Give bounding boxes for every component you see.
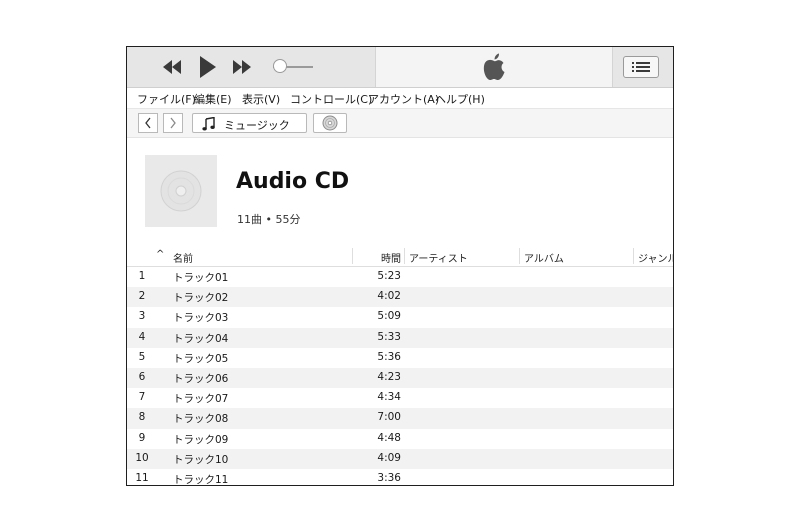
column-divider[interactable] (404, 248, 405, 264)
menu-view[interactable]: 表示(V) (242, 91, 280, 107)
table-row[interactable]: 7 トラック07 4:34 (127, 388, 673, 408)
column-divider[interactable] (352, 248, 353, 264)
menu-bar: ファイル(F) 編集(E) 表示(V) コントロール(C) アカウント(A) ヘ… (127, 88, 673, 108)
track-list: 1 トラック01 5:23 2 トラック02 4:02 3 トラック03 5:0… (127, 267, 673, 486)
album-summary: 11曲 • 55分 (237, 213, 301, 226)
track-table-header: ^ 名前 時間 アーティスト アルバム ジャンル (127, 246, 673, 267)
menu-help[interactable]: ヘルプ(H) (435, 91, 485, 107)
table-row[interactable]: 3 トラック03 5:09 (127, 307, 673, 327)
track-time: 5:36 (377, 350, 401, 363)
back-arrow-icon (145, 117, 151, 129)
sort-indicator-icon[interactable]: ^ (156, 249, 164, 260)
track-name: トラック04 (173, 332, 229, 345)
track-name: トラック10 (173, 453, 229, 466)
column-header-name[interactable]: 名前 (173, 250, 193, 265)
track-time: 4:09 (377, 451, 401, 464)
album-title: Audio CD (236, 169, 350, 194)
media-source-dropdown[interactable]: ミュージック (192, 113, 307, 133)
cd-button[interactable] (313, 113, 347, 133)
list-view-button[interactable] (623, 56, 659, 78)
back-button[interactable] (138, 113, 158, 133)
track-name: トラック01 (173, 272, 229, 284)
forward-button[interactable] (163, 113, 183, 133)
track-name: トラック03 (173, 312, 229, 325)
track-time: 5:09 (377, 310, 401, 323)
track-time: 4:02 (377, 290, 401, 303)
menu-account[interactable]: アカウント(A) (368, 91, 439, 107)
track-number: 5 (138, 350, 146, 363)
track-name: トラック09 (173, 433, 229, 446)
playback-controls (127, 47, 375, 87)
forward-arrow-icon (170, 117, 176, 129)
table-row[interactable]: 8 トラック08 7:00 (127, 408, 673, 429)
track-time: 4:23 (377, 370, 401, 383)
table-row[interactable]: 1 トラック01 5:23 (127, 267, 673, 287)
table-row[interactable]: 6 トラック06 4:23 (127, 367, 673, 389)
track-number: 6 (138, 370, 146, 383)
table-row[interactable]: 4 トラック04 5:33 (127, 327, 673, 348)
track-name: トラック11 (173, 473, 229, 486)
track-name: トラック05 (173, 352, 229, 365)
track-time: 7:00 (377, 411, 401, 424)
media-source-label: ミュージック (224, 119, 290, 132)
table-row[interactable]: 11 トラック11 3:36 (127, 469, 673, 486)
volume-slider-knob[interactable] (273, 59, 287, 73)
cd-icon (322, 115, 338, 131)
track-time: 5:33 (377, 330, 401, 343)
cd-placeholder-icon (160, 170, 202, 212)
track-number: 10 (135, 451, 149, 464)
track-number: 11 (135, 471, 149, 484)
track-name: トラック07 (173, 393, 229, 406)
rewind-icon[interactable] (161, 57, 183, 77)
track-time: 5:23 (377, 270, 401, 282)
table-row[interactable]: 2 トラック02 4:02 (127, 287, 673, 308)
table-row[interactable]: 9 トラック09 4:48 (127, 429, 673, 449)
track-number: 2 (138, 290, 146, 303)
menu-controls[interactable]: コントロール(C) (290, 91, 372, 107)
track-number: 9 (138, 431, 146, 444)
fast-forward-icon[interactable] (231, 57, 253, 77)
track-number: 8 (138, 411, 146, 424)
table-row[interactable]: 5 トラック05 5:36 (127, 348, 673, 368)
track-number: 7 (138, 391, 146, 404)
apple-logo-icon (481, 53, 507, 81)
status-display (375, 47, 613, 87)
track-time: 4:34 (377, 391, 401, 404)
track-name: トラック08 (173, 413, 229, 426)
column-header-artist[interactable]: アーティスト (409, 250, 468, 265)
track-name: トラック06 (173, 372, 229, 385)
column-header-genre[interactable]: ジャンル (638, 250, 673, 265)
play-icon[interactable] (197, 54, 219, 80)
itunes-window: ファイル(F) 編集(E) 表示(V) コントロール(C) アカウント(A) ヘ… (126, 46, 674, 486)
column-divider[interactable] (519, 248, 520, 264)
music-note-icon (202, 117, 215, 131)
player-toolbar (127, 47, 673, 88)
track-number: 1 (138, 270, 146, 282)
track-number: 3 (138, 310, 146, 323)
menu-edit[interactable]: 編集(E) (194, 91, 232, 107)
track-number: 4 (138, 330, 146, 343)
table-row[interactable]: 10 トラック10 4:09 (127, 448, 673, 469)
list-view-icon (632, 62, 650, 72)
column-header-album[interactable]: アルバム (524, 250, 564, 265)
album-artwork (145, 155, 217, 227)
navigation-bar: ミュージック (127, 108, 673, 138)
column-divider[interactable] (633, 248, 634, 264)
column-header-time[interactable]: 時間 (381, 250, 401, 265)
menu-file[interactable]: ファイル(F) (137, 91, 196, 107)
track-name: トラック02 (173, 292, 229, 305)
track-time: 4:48 (377, 431, 401, 444)
track-time: 3:36 (377, 471, 401, 484)
